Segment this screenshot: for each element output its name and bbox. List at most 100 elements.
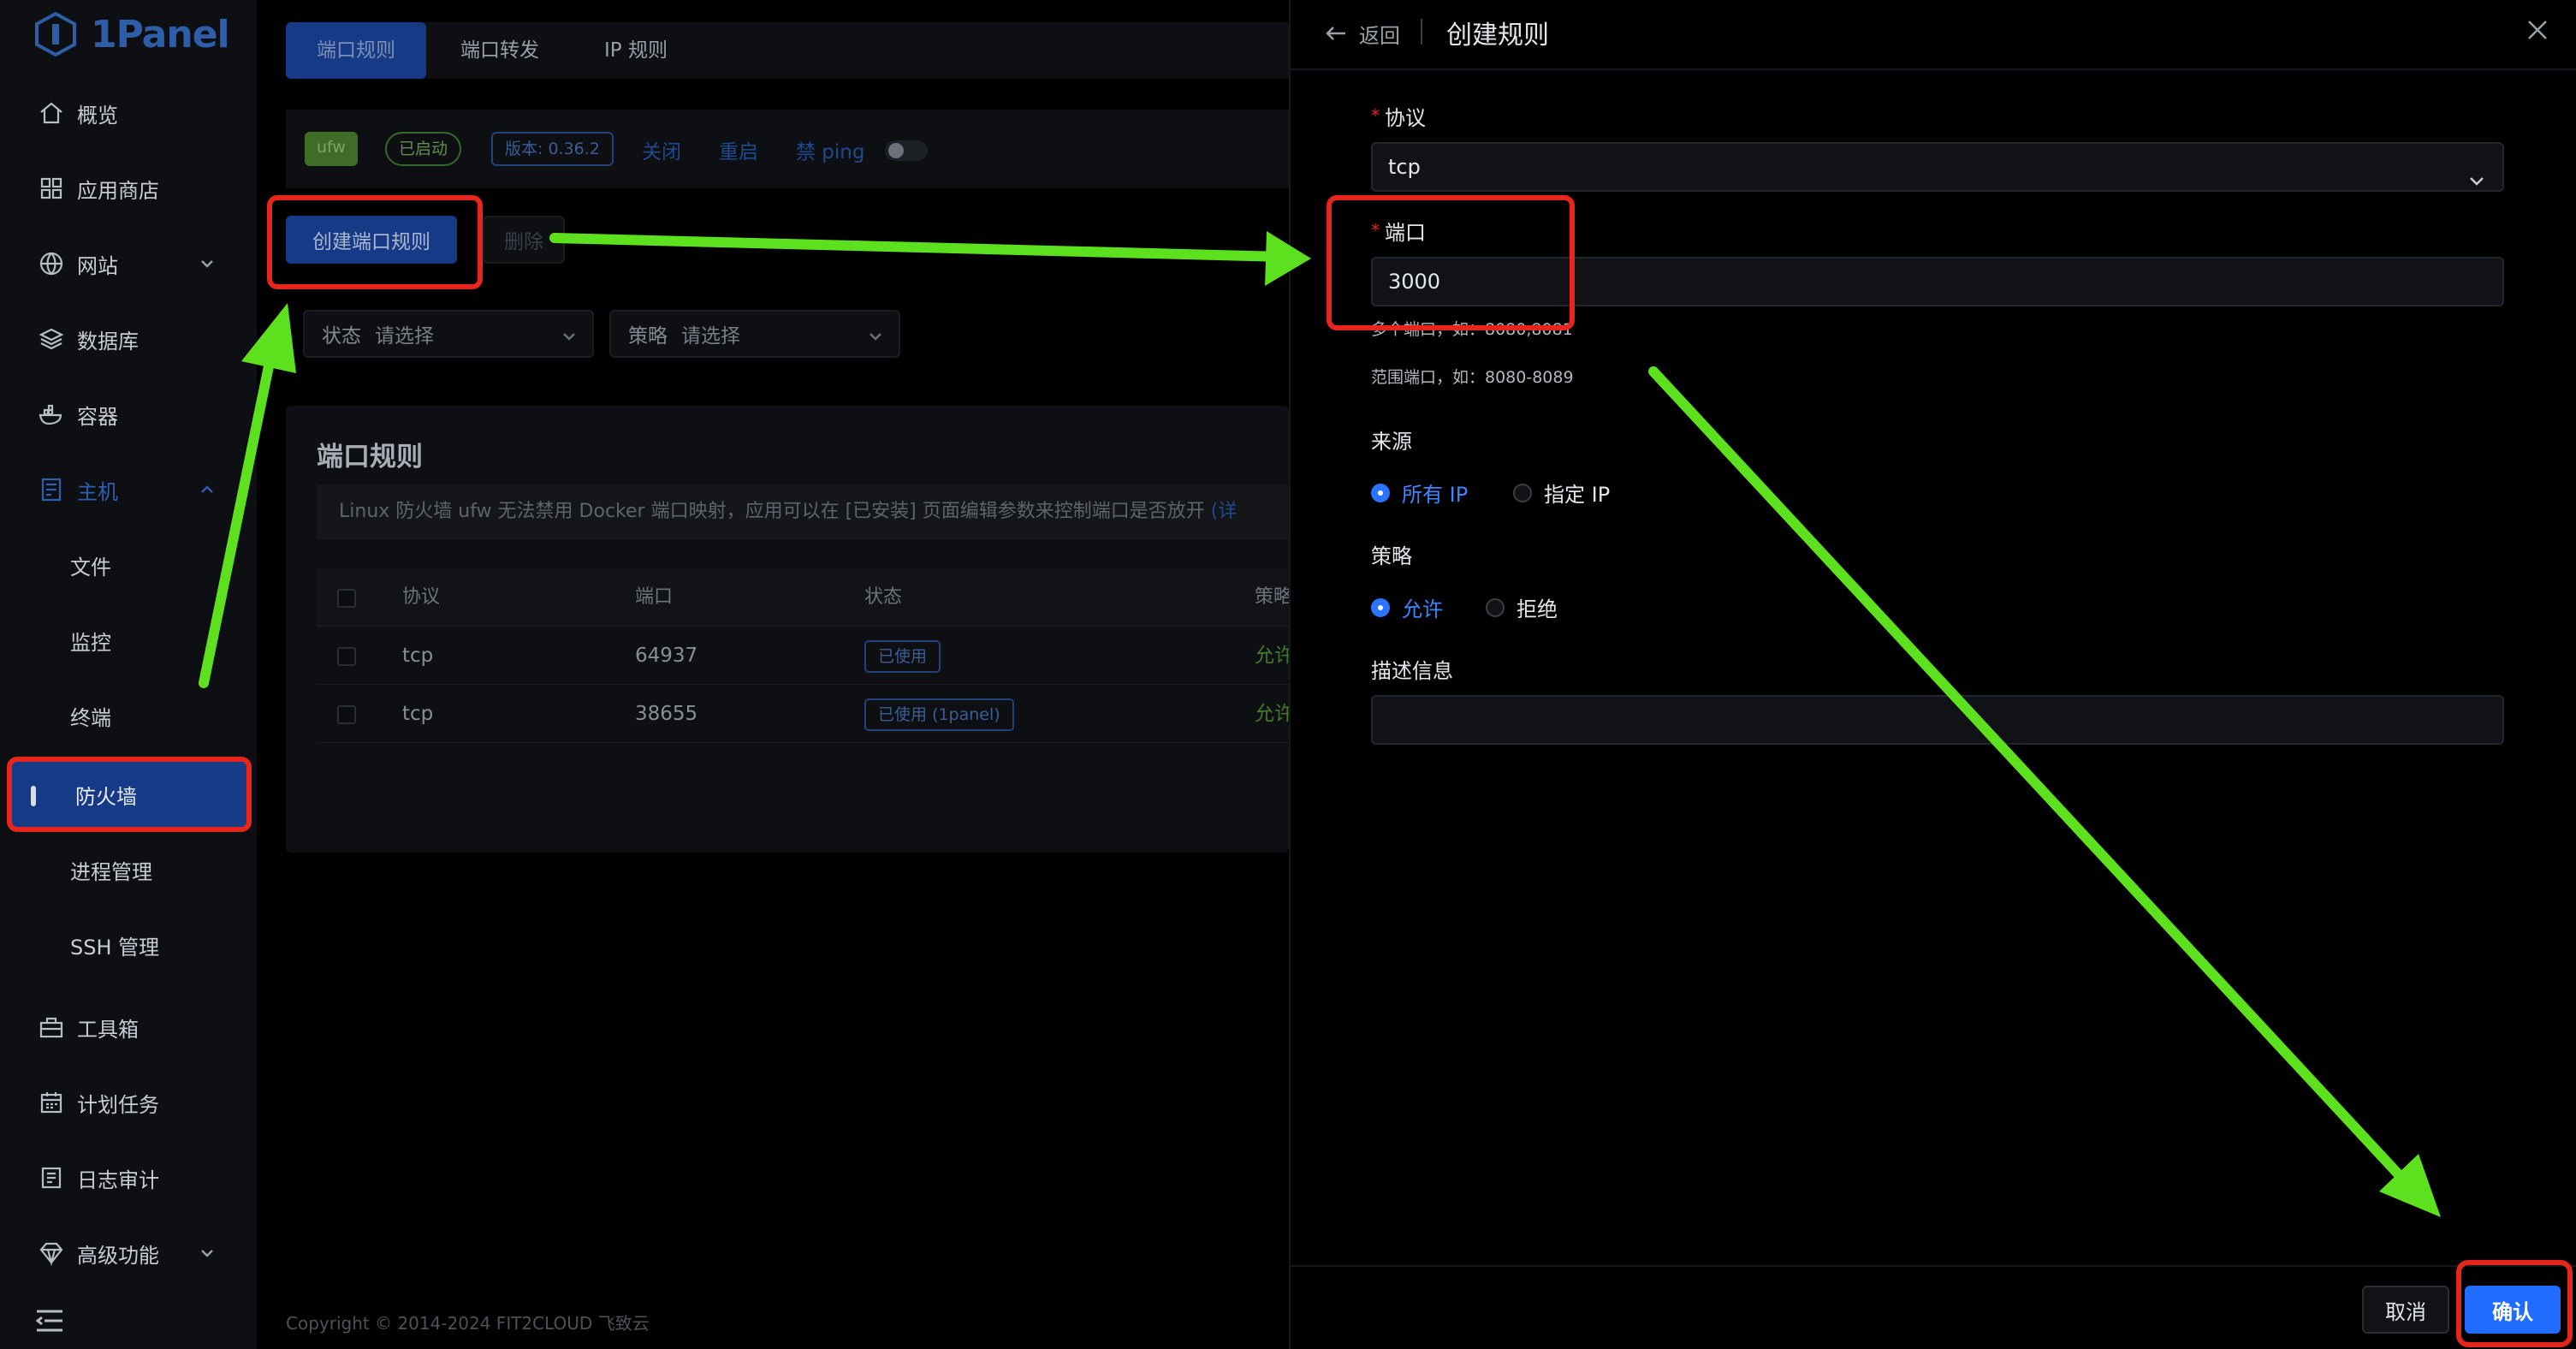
sidebar-item-label: 监控 <box>70 630 111 655</box>
close-icon[interactable] <box>2525 17 2550 43</box>
chevron-down-icon <box>868 327 883 342</box>
strategy-radio-allow[interactable]: 允许 <box>1371 592 1443 622</box>
filter-placeholder: 请选择 <box>375 325 434 348</box>
back-link[interactable]: 返回 <box>1359 19 1400 49</box>
sidebar-item-database[interactable]: 数据库 <box>0 308 257 370</box>
row-checkbox[interactable] <box>337 705 356 724</box>
sidebar-item-label: 主机 <box>77 479 118 504</box>
select-all-checkbox[interactable] <box>337 589 356 608</box>
table-row[interactable]: tcp 64937 已使用 允许 <box>317 627 1294 685</box>
sidebar-item-label: 数据库 <box>77 329 139 354</box>
drawer-header: 返回 创建规则 <box>1291 0 2576 70</box>
ping-toggle[interactable] <box>885 140 928 161</box>
sidebar-item-host[interactable]: 主机 <box>0 459 257 520</box>
cell-port: 38655 <box>635 703 698 725</box>
toolbox-icon <box>36 1012 67 1043</box>
description-input[interactable] <box>1371 695 2504 745</box>
toggle-knob <box>888 143 904 158</box>
copyright-text: Copyright © 2014-2024 FIT2CLOUD 飞致云 <box>286 1313 650 1334</box>
sidebar-item-firewall[interactable]: 防火墙 <box>7 757 252 832</box>
sidebar: 1Panel 概览 应用商店 网站 数据库 容器 主机 文件 监控 终端 防火墙… <box>0 0 257 1349</box>
table-header: 协议 端口 状态 策略 <box>317 568 1292 627</box>
sidebar-item-website[interactable]: 网站 <box>0 233 257 294</box>
grid-icon <box>36 173 67 204</box>
column-header-protocol: 协议 <box>402 586 441 608</box>
server-icon <box>36 474 67 505</box>
sidebar-item-monitor[interactable]: 监控 <box>0 609 257 671</box>
status-badge: 已启动 <box>385 132 462 166</box>
port-label: * 端口 <box>1371 220 1426 245</box>
create-rule-drawer: 返回 创建规则 * 协议 tcp * 端口 3000 多个端口，如：8080,808… <box>1289 0 2576 1349</box>
protocol-select[interactable]: tcp <box>1371 142 2504 192</box>
strategy-label: 策略 <box>1371 544 1412 568</box>
cell-protocol: tcp <box>402 703 434 725</box>
column-header-status: 状态 <box>864 586 903 608</box>
status-filter-select[interactable]: 状态 请选择 <box>303 310 594 358</box>
radio-dot <box>1371 483 1390 502</box>
header-divider <box>1421 19 1422 45</box>
sidebar-item-cron[interactable]: 计划任务 <box>0 1072 257 1133</box>
row-checkbox[interactable] <box>337 647 356 666</box>
tab-port-forward[interactable]: 端口转发 <box>430 22 570 79</box>
sidebar-item-label: 概览 <box>77 103 118 128</box>
sidebar-item-label: 进程管理 <box>70 859 152 884</box>
1panel-logo-icon <box>35 12 76 56</box>
port-hint-multiple: 多个端口，如：8080,8081 <box>1371 320 1573 339</box>
port-input-value: 3000 <box>1388 270 1441 294</box>
sidebar-item-overview[interactable]: 概览 <box>0 82 257 144</box>
info-alert: Linux 防火墙 ufw 无法禁用 Docker 端口映射，应用可以在 [已安… <box>317 484 1289 539</box>
delete-button[interactable]: 删除 <box>483 216 565 264</box>
active-indicator <box>31 786 36 806</box>
sidebar-item-process[interactable]: 进程管理 <box>0 839 257 900</box>
filter-label: 策略 <box>628 325 668 348</box>
docker-icon <box>36 399 67 430</box>
arrow-left-icon[interactable] <box>1323 21 1349 46</box>
sidebar-item-label: 应用商店 <box>77 178 159 203</box>
alert-detail-link[interactable]: (详 <box>1211 501 1238 522</box>
chevron-down-icon <box>199 1245 216 1262</box>
cell-port: 64937 <box>635 645 698 667</box>
home-icon <box>36 98 67 128</box>
logo-text: 1Panel <box>91 12 230 56</box>
port-rules-card: 端口规则 Linux 防火墙 ufw 无法禁用 Docker 端口映射，应用可以… <box>286 406 1294 853</box>
confirm-button[interactable]: 确认 <box>2465 1286 2561 1334</box>
cell-status: 已使用 <box>864 627 941 685</box>
cell-protocol: tcp <box>402 645 434 667</box>
tab-port-rules[interactable]: 端口规则 <box>286 22 426 79</box>
table-row[interactable]: tcp 38655 已使用 (1panel) 允许 <box>317 685 1294 743</box>
source-radio-specific-ip[interactable]: 指定 IP <box>1513 478 1610 508</box>
port-hint-range: 范围端口，如：8080-8089 <box>1371 368 1574 387</box>
drawer-title: 创建规则 <box>1446 21 1549 51</box>
source-label: 来源 <box>1371 430 1412 454</box>
sidebar-item-advanced[interactable]: 高级功能 <box>0 1222 257 1284</box>
radio-dot <box>1513 483 1532 502</box>
annotation-highlight-frame <box>267 195 483 289</box>
status-tag: 已使用 (1panel) <box>864 698 1014 731</box>
protocol-label: * 协议 <box>1371 105 1426 130</box>
status-tag: 已使用 <box>864 640 941 673</box>
description-label: 描述信息 <box>1371 659 1453 683</box>
logo[interactable]: 1Panel <box>34 9 230 60</box>
filter-label: 状态 <box>322 325 361 348</box>
policy-filter-select[interactable]: 策略 请选择 <box>609 310 900 358</box>
version-badge: 版本: 0.36.2 <box>491 132 614 166</box>
sidebar-item-container[interactable]: 容器 <box>0 383 257 445</box>
strategy-radio-deny[interactable]: 拒绝 <box>1486 592 1558 622</box>
disable-ping-label: 禁 ping <box>796 141 865 163</box>
sidebar-item-toolbox[interactable]: 工具箱 <box>0 996 257 1058</box>
chevron-up-icon <box>199 481 216 498</box>
port-input[interactable]: 3000 <box>1371 257 2504 306</box>
sidebar-item-terminal[interactable]: 终端 <box>0 685 257 746</box>
restart-firewall-link[interactable]: 重启 <box>719 135 758 164</box>
sidebar-item-log-audit[interactable]: 日志审计 <box>0 1147 257 1209</box>
sidebar-item-label: 网站 <box>77 253 118 278</box>
cancel-button[interactable]: 取消 <box>2362 1286 2449 1334</box>
sidebar-item-ssh[interactable]: SSH 管理 <box>0 914 257 976</box>
source-radio-all-ip[interactable]: 所有 IP <box>1371 478 1468 508</box>
sidebar-item-files[interactable]: 文件 <box>0 534 257 596</box>
collapse-menu-icon[interactable] <box>34 1308 65 1334</box>
tab-ip-rules[interactable]: IP 规则 <box>573 22 698 79</box>
sidebar-item-app-store[interactable]: 应用商店 <box>0 157 257 219</box>
calendar-icon <box>36 1087 67 1118</box>
stop-firewall-link[interactable]: 关闭 <box>642 135 681 164</box>
